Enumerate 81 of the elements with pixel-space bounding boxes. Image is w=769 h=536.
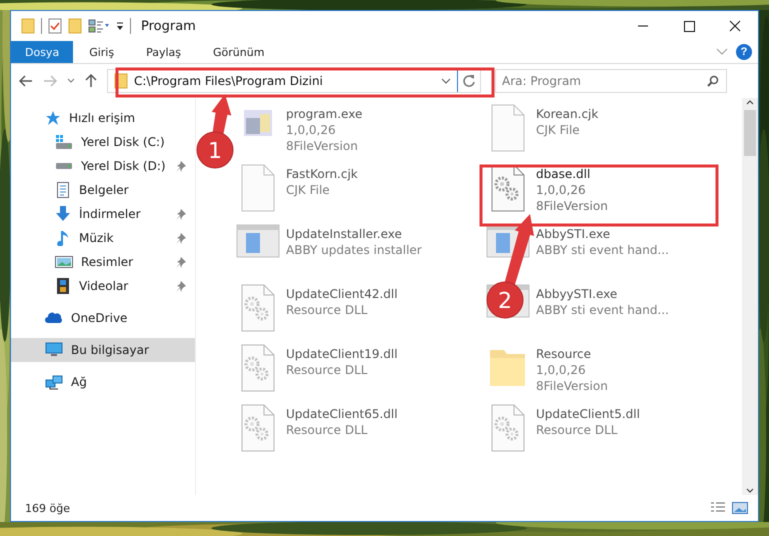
file-name[interactable]: UpdateClient42.dll bbox=[286, 286, 398, 302]
nav-item[interactable]: Belgeler bbox=[11, 178, 195, 202]
ribbon-tab[interactable]: Görünüm bbox=[197, 41, 280, 63]
file-name[interactable]: AbbyySTI.exe bbox=[536, 286, 669, 302]
file-detail: 1,0,0,26 bbox=[286, 122, 337, 138]
application-window-icon bbox=[236, 224, 280, 258]
file-name[interactable]: Korean.cjk bbox=[536, 106, 598, 122]
nav-item[interactable]: Bu bilgisayar bbox=[11, 338, 195, 362]
star-icon bbox=[45, 110, 61, 126]
file-detail: CJK File bbox=[536, 122, 581, 138]
file-name[interactable]: FastKorn.cjk bbox=[286, 166, 358, 182]
document-icon bbox=[55, 182, 71, 198]
file-detail: Resource DLL bbox=[286, 422, 368, 438]
pin-icon[interactable] bbox=[175, 256, 187, 268]
file-detail: 1,0,0,26 bbox=[536, 182, 587, 198]
address-field[interactable]: C:\Program Files\Program Dizini bbox=[107, 69, 481, 93]
refresh-icon[interactable] bbox=[462, 74, 476, 88]
nav-item[interactable]: OneDrive bbox=[11, 306, 195, 330]
nav-item[interactable]: Yerel Disk (D:) bbox=[11, 154, 195, 178]
scrollbar-thumb[interactable] bbox=[744, 110, 756, 156]
customize-arrow-icon[interactable] bbox=[116, 20, 124, 32]
pin-icon[interactable] bbox=[175, 232, 187, 244]
nav-item[interactable]: İndirmeler bbox=[11, 202, 195, 226]
film-icon bbox=[55, 278, 71, 294]
callout-number: 1 bbox=[208, 139, 222, 164]
pin-icon[interactable] bbox=[175, 160, 187, 172]
large-icons-view-icon[interactable] bbox=[732, 501, 748, 515]
help-button[interactable]: ? bbox=[736, 44, 752, 60]
file-name[interactable]: dbase.dll bbox=[536, 166, 608, 182]
file-name[interactable]: UpdateInstaller.exe bbox=[286, 226, 422, 242]
file-name[interactable]: UpdateClient5.dll bbox=[536, 406, 640, 422]
download-arrow-icon bbox=[55, 206, 71, 222]
callout-circle bbox=[196, 132, 234, 168]
file-detail: Resource DLL bbox=[536, 422, 618, 438]
callout-number: 2 bbox=[498, 289, 512, 314]
nav-item[interactable]: Ağ bbox=[11, 370, 195, 394]
recent-dropdown-icon[interactable] bbox=[67, 78, 75, 84]
back-arrow-icon[interactable] bbox=[19, 75, 33, 87]
expand-chevron-icon[interactable] bbox=[716, 48, 728, 56]
file-detail: Resource DLL bbox=[286, 302, 368, 318]
drive-icon bbox=[55, 163, 73, 169]
cloud-icon bbox=[45, 311, 63, 325]
search-field[interactable]: Ara: Program bbox=[495, 69, 727, 93]
file-detail: ABBY sti event hand... bbox=[536, 302, 669, 318]
nav-item[interactable]: Resimler bbox=[11, 250, 195, 274]
up-arrow-icon[interactable] bbox=[85, 74, 97, 88]
properties-icon[interactable] bbox=[48, 18, 62, 34]
ribbon-tab[interactable]: Dosya bbox=[11, 41, 74, 63]
pin-icon[interactable] bbox=[175, 208, 187, 220]
file-detail: ABBY updates installer bbox=[286, 242, 422, 258]
network-icon bbox=[45, 374, 63, 390]
file-detail: 8FileVersion bbox=[536, 378, 608, 394]
file-detail: ABBY sti event hand... bbox=[536, 242, 669, 258]
search-icon[interactable] bbox=[707, 75, 719, 87]
nav-item[interactable]: Hızlı erişim bbox=[11, 106, 195, 130]
ribbon-tab[interactable]: Paylaş bbox=[130, 41, 197, 63]
dropdown-chevron-icon[interactable] bbox=[441, 78, 451, 84]
window-title: Program bbox=[141, 18, 197, 34]
nav-item[interactable]: Müzik bbox=[11, 226, 195, 250]
scrollbar[interactable] bbox=[742, 98, 758, 495]
file-name[interactable]: UpdateClient19.dll bbox=[286, 346, 398, 362]
file-name[interactable]: UpdateClient65.dll bbox=[286, 406, 398, 422]
nav-item[interactable]: Yerel Disk (C:) bbox=[11, 130, 195, 154]
file-detail: Resource DLL bbox=[286, 362, 368, 378]
file-detail: 8FileVersion bbox=[536, 198, 608, 214]
file-name[interactable]: program.exe bbox=[286, 106, 362, 122]
file-detail: 8FileVersion bbox=[286, 138, 359, 154]
nav-item[interactable]: Videolar bbox=[11, 274, 195, 298]
view-dropdown-icon[interactable] bbox=[88, 18, 110, 34]
computer-icon bbox=[45, 342, 63, 358]
file-name[interactable]: Resource bbox=[536, 346, 608, 362]
picture-icon bbox=[55, 254, 73, 270]
file-detail: 1,0,0,26 bbox=[536, 362, 587, 378]
callout-circle bbox=[486, 282, 524, 318]
pin-icon[interactable] bbox=[175, 280, 187, 292]
music-note-icon bbox=[55, 230, 71, 246]
drive-icon bbox=[55, 134, 73, 150]
file-name[interactable]: AbbySTI.exe bbox=[536, 226, 669, 242]
ribbon-tab[interactable]: Giriş bbox=[73, 41, 130, 63]
item-count: 169 öğe bbox=[25, 502, 70, 514]
file-detail: CJK File bbox=[286, 182, 331, 198]
